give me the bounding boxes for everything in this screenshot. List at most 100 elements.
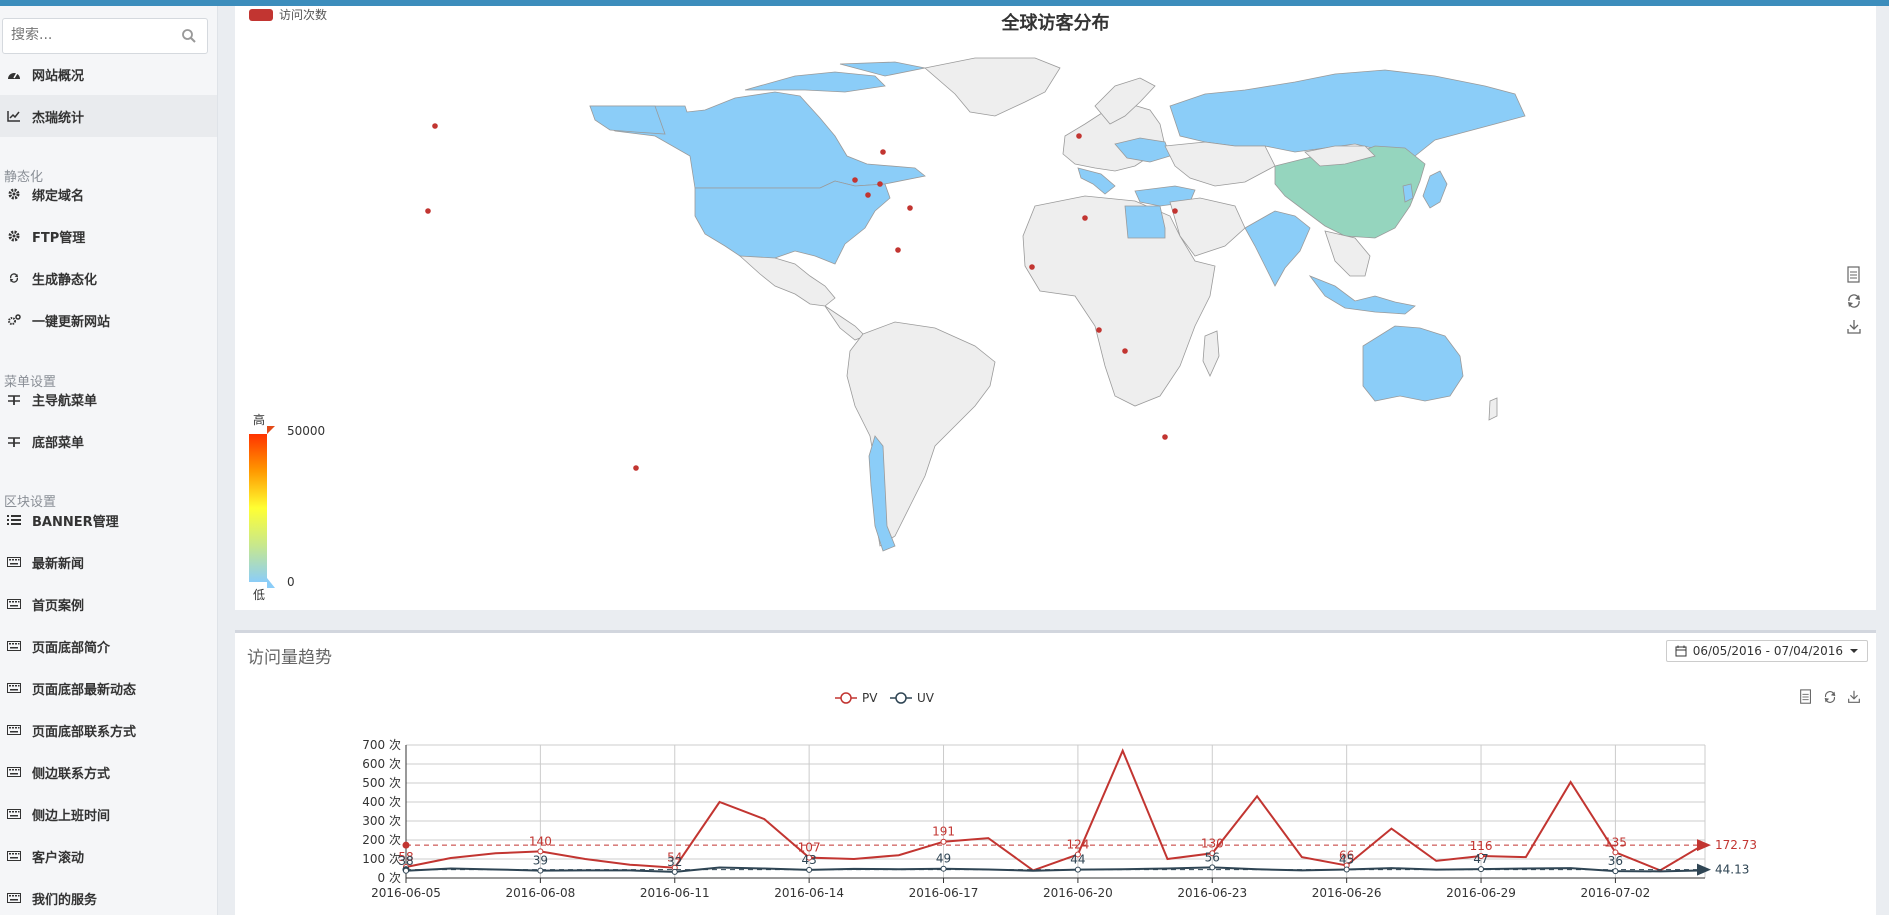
region-australia[interactable] <box>1362 325 1464 402</box>
average-value-label: 172.73 <box>1715 838 1757 852</box>
sidebar-item[interactable]: FTP管理 <box>0 215 217 257</box>
sidebar-item[interactable]: 页面底部最新动态 <box>0 667 217 709</box>
region-india[interactable] <box>1244 210 1311 287</box>
map-panel: 访问次数 全球访客分布 高 低 50000 0 <box>235 6 1876 610</box>
legend-marker[interactable] <box>840 692 852 704</box>
map-visitor-dot[interactable] <box>895 247 901 253</box>
y-tick-label: 700 次 <box>362 738 401 752</box>
region-italy-balkans[interactable] <box>1077 167 1116 195</box>
sidebar-item-label: 主导航菜单 <box>32 393 98 409</box>
data-label: 43 <box>801 853 816 867</box>
dashboard-icon <box>6 66 22 82</box>
region-alaska[interactable] <box>589 105 666 135</box>
y-tick-label: 100 次 <box>362 852 401 866</box>
map-visitor-dot[interactable] <box>1122 348 1128 354</box>
sidebar-item[interactable]: 侧边联系方式 <box>0 751 217 793</box>
sidebar-item[interactable]: 绑定域名 <box>0 173 217 215</box>
x-tick-label: 2016-06-23 <box>1177 886 1247 900</box>
region-japan[interactable] <box>1422 170 1448 209</box>
sidebar-item-label: 杰瑞统计 <box>32 110 85 126</box>
sidebar-item[interactable]: 最新新闻 <box>0 541 217 583</box>
keyboard-icon <box>6 806 22 822</box>
land-layer <box>589 57 1526 552</box>
sidebar-item[interactable]: 首页案例 <box>0 583 217 625</box>
trend-chart: PV UV 0 次 100 次 200 次 300 次 400 次 500 次 600 次 700… <box>362 691 1757 900</box>
list-icon <box>6 512 22 528</box>
data-label: 47 <box>1473 852 1488 866</box>
series-line-pv[interactable] <box>405 748 1706 872</box>
region-russia[interactable] <box>1169 69 1526 157</box>
map-visitor-dot[interactable] <box>907 205 913 211</box>
region-mexico <box>738 255 836 307</box>
data-point[interactable] <box>537 867 544 874</box>
sidebar-item[interactable]: 网站概况 <box>0 53 217 95</box>
sidebar-item[interactable]: 客户滚动 <box>0 835 217 877</box>
restore-icon[interactable] <box>1846 292 1862 310</box>
data-label: 135 <box>1604 835 1627 849</box>
region-indonesia[interactable] <box>1308 275 1416 315</box>
data-point[interactable] <box>671 868 678 875</box>
map-visitor-dot[interactable] <box>852 177 858 183</box>
legend-marker[interactable] <box>895 692 907 704</box>
map-visitor-dot[interactable] <box>865 192 871 198</box>
map-visitor-dot[interactable] <box>1096 327 1102 333</box>
sidebar-item[interactable]: BANNER管理 <box>0 499 217 541</box>
legend-label[interactable]: UV <box>917 691 935 705</box>
sidebar-item[interactable]: 主导航菜单 <box>0 378 217 420</box>
sidebar-item[interactable]: 页面底部简介 <box>0 625 217 667</box>
search-box[interactable] <box>2 18 208 54</box>
sidebar-item[interactable]: 生成静态化 <box>0 257 217 299</box>
map-visitor-dot[interactable] <box>1082 215 1088 221</box>
visual-map-low-label: 低 <box>253 588 265 602</box>
map-visitor-dot[interactable] <box>877 181 883 187</box>
data-label: 56 <box>1205 850 1220 864</box>
map-visitor-dot[interactable] <box>1172 208 1178 214</box>
sidebar-item[interactable]: 底部菜单 <box>0 420 217 462</box>
data-point[interactable] <box>940 865 947 872</box>
sidebar-item[interactable]: 杰瑞统计 <box>0 95 217 137</box>
data-point[interactable] <box>1074 866 1081 873</box>
sidebar-item-label: 网站概况 <box>32 68 85 84</box>
visual-map-max: 50000 <box>287 424 325 438</box>
data-point[interactable] <box>1478 866 1485 873</box>
region-egypt[interactable] <box>1124 205 1166 239</box>
data-point[interactable] <box>940 838 947 845</box>
region-madagascar <box>1202 330 1220 377</box>
sidebar-item[interactable]: 我们的服务 <box>0 877 217 915</box>
region-central-america <box>824 305 866 341</box>
x-tick-label: 2016-06-29 <box>1446 886 1516 900</box>
data-label: 45 <box>1339 852 1354 866</box>
map-visitor-dot[interactable] <box>1076 133 1082 139</box>
data-point[interactable] <box>1209 864 1216 871</box>
data-label: 49 <box>936 852 951 866</box>
data-point[interactable] <box>806 866 813 873</box>
legend-label[interactable]: PV <box>862 691 878 705</box>
map-visitor-dot[interactable] <box>1162 434 1168 440</box>
map-visitor-dot[interactable] <box>432 123 438 129</box>
visual-map-handle-high <box>267 426 275 434</box>
sidebar-item-label: 最新新闻 <box>32 556 85 572</box>
region-usa[interactable] <box>694 180 891 265</box>
region-canada-islands[interactable] <box>744 61 926 93</box>
sidebar-item[interactable]: 侧边上班时间 <box>0 793 217 835</box>
sidebar-item[interactable]: 页面底部联系方式 <box>0 709 217 751</box>
visual-map[interactable]: 高 低 50000 0 <box>249 412 325 602</box>
region-southeast-asia <box>1324 230 1371 277</box>
map-visitor-dot[interactable] <box>1029 264 1035 270</box>
data-point[interactable] <box>1343 866 1350 873</box>
average-value-label: 44.13 <box>1715 863 1749 877</box>
search-input[interactable] <box>11 27 171 43</box>
save-image-icon[interactable] <box>1846 318 1862 336</box>
data-point[interactable] <box>403 867 409 874</box>
map-visitor-dot[interactable] <box>425 208 431 214</box>
sidebar-item-label: 侧边联系方式 <box>32 766 111 782</box>
gear-icon <box>6 228 22 244</box>
search-icon[interactable] <box>181 28 197 44</box>
data-point[interactable] <box>1612 868 1619 875</box>
map-visitor-dot[interactable] <box>633 465 639 471</box>
sidebar-item-label: 页面底部最新动态 <box>32 682 137 698</box>
sidebar-item[interactable]: 一键更新网站 <box>0 299 217 341</box>
map-visitor-dot[interactable] <box>880 149 886 155</box>
gear-icon <box>6 186 22 202</box>
data-view-icon[interactable] <box>1846 266 1862 284</box>
